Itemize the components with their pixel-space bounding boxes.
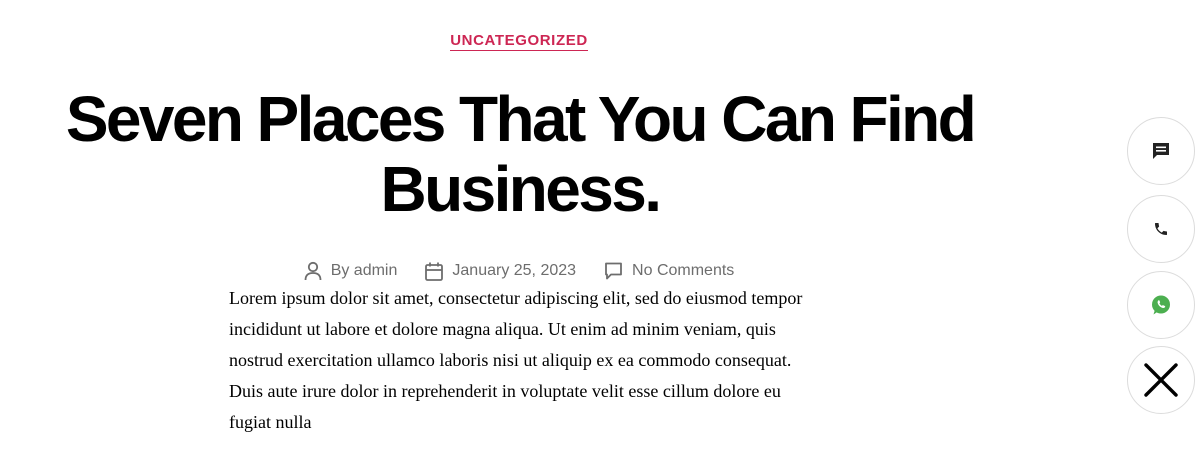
post-comments: No Comments	[604, 259, 734, 283]
post-category: UNCATEGORIZED	[0, 32, 1038, 51]
post-excerpt: Lorem ipsum dolor sit amet, consectetur …	[229, 288, 803, 432]
calendar-icon	[425, 262, 444, 281]
whatsapp-button[interactable]	[1127, 271, 1195, 339]
phone-icon	[1153, 221, 1169, 237]
category-link[interactable]: UNCATEGORIZED	[450, 32, 588, 51]
chat-bubble-icon	[1151, 141, 1171, 161]
post-title: Seven Places That You Can Find Business.	[65, 83, 977, 225]
post-meta: By admin January 25, 2023 No Comments	[0, 259, 1038, 283]
date-link[interactable]: January 25, 2023	[452, 262, 576, 280]
post-author: By admin	[304, 259, 398, 283]
chat-button[interactable]	[1127, 117, 1195, 185]
user-icon	[304, 261, 322, 281]
comment-icon	[604, 262, 623, 280]
comments-link[interactable]: No Comments	[632, 262, 734, 280]
post-date: January 25, 2023	[425, 259, 576, 283]
author-link[interactable]: By admin	[331, 262, 398, 280]
phone-button[interactable]	[1127, 195, 1195, 263]
post-page: UNCATEGORIZED Seven Places That You Can …	[0, 0, 1199, 472]
whatsapp-icon	[1150, 294, 1172, 316]
close-icon	[1143, 362, 1179, 398]
close-button[interactable]	[1127, 346, 1195, 414]
